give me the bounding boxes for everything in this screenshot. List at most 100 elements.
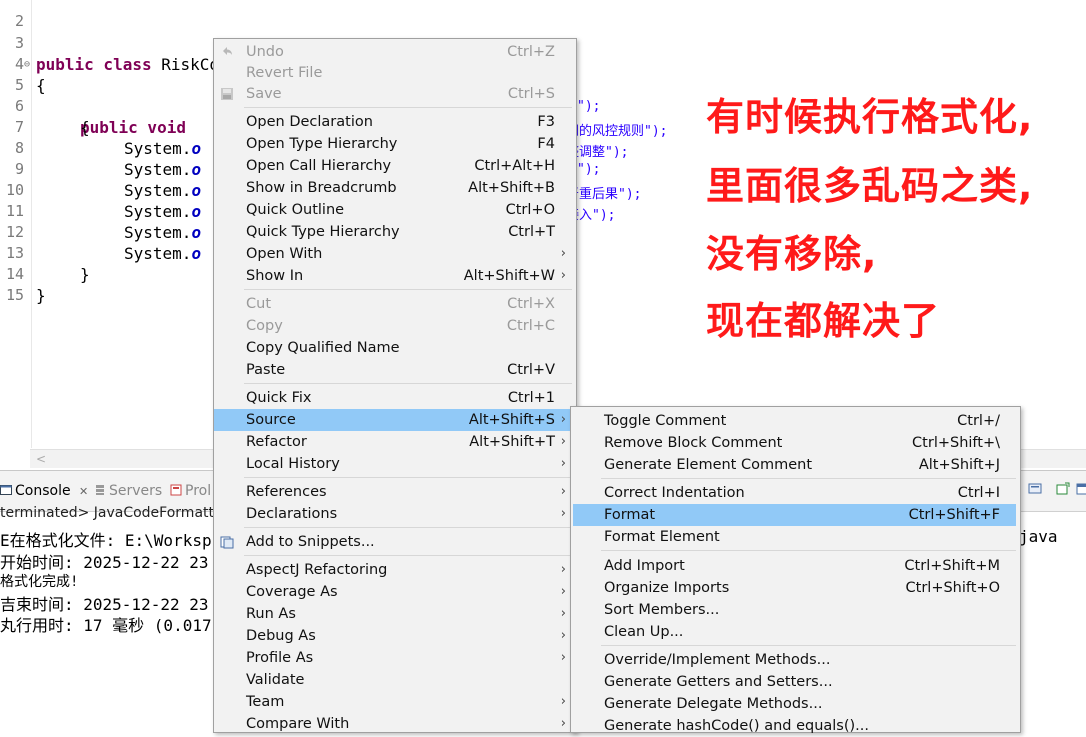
menu-item-quick-outline[interactable]: Quick Outline Ctrl+O	[214, 199, 576, 221]
display-selected-console-icon[interactable]	[1028, 482, 1042, 496]
menu-item-label: Validate	[246, 672, 305, 688]
menu-item-team[interactable]: Team ›	[214, 691, 576, 713]
menu-item-copy[interactable]: Copy Ctrl+C	[214, 315, 576, 337]
chevron-left-icon[interactable]: <	[36, 450, 46, 468]
menu-item-label: Format Element	[604, 529, 720, 545]
chevron-right-icon: ›	[560, 412, 566, 427]
menu-item-override-implement-methods[interactable]: Override/Implement Methods...	[571, 649, 1020, 671]
menu-item-sort-members[interactable]: Sort Members...	[571, 599, 1020, 621]
menu-item-label: Format	[604, 507, 656, 523]
view-menu-icon[interactable]	[1076, 482, 1086, 496]
menu-item-coverage-as[interactable]: Coverage As ›	[214, 581, 576, 603]
menu-item-undo[interactable]: Undo Ctrl+Z	[214, 41, 576, 63]
menu-item-shortcut: Ctrl+S	[507, 86, 555, 102]
menu-item-open-call-hierarchy[interactable]: Open Call Hierarchy Ctrl+Alt+H	[214, 155, 576, 177]
annotation-line: 有时候执行格式化,	[706, 95, 1034, 139]
menu-item-format[interactable]: Format Ctrl+Shift+F	[573, 504, 1016, 526]
keyword: public void	[80, 118, 186, 137]
menu-item-shortcut: Ctrl+/	[957, 413, 1000, 429]
menu-separator	[244, 555, 572, 556]
menu-item-toggle-comment[interactable]: Toggle Comment Ctrl+/	[571, 410, 1020, 432]
menu-item-debug-as[interactable]: Debug As ›	[214, 625, 576, 647]
menu-item-label: Override/Implement Methods...	[604, 652, 831, 668]
menu-item-open-type-hierarchy[interactable]: Open Type Hierarchy F4	[214, 133, 576, 155]
menu-separator	[244, 383, 572, 384]
menu-item-correct-indentation[interactable]: Correct Indentation Ctrl+I	[571, 482, 1020, 504]
code-text: System.	[124, 181, 192, 200]
menu-item-label: Correct Indentation	[604, 485, 745, 501]
menu-separator	[244, 477, 572, 478]
menu-item-add-to-snippets[interactable]: Add to Snippets...	[214, 531, 576, 553]
chevron-right-icon: ›	[560, 584, 566, 599]
menu-item-local-history[interactable]: Local History ›	[214, 453, 576, 475]
menu-item-show-in-breadcrumb[interactable]: Show in Breadcrumb Alt+Shift+B	[214, 177, 576, 199]
fold-marker-icon[interactable]: ⊖	[24, 54, 30, 75]
menu-separator	[601, 550, 1016, 551]
menu-item-label: Sort Members...	[604, 602, 720, 618]
menu-item-quick-fix[interactable]: Quick Fix Ctrl+1	[214, 387, 576, 409]
field-ref: o	[191, 181, 202, 200]
menu-item-generate-getters-setters[interactable]: Generate Getters and Setters...	[571, 671, 1020, 693]
menu-item-show-in[interactable]: Show In Alt+Shift+W ›	[214, 265, 576, 287]
menu-item-label: Generate Element Comment	[604, 457, 813, 473]
menu-item-label: References	[246, 484, 327, 500]
menu-item-shortcut: Alt+Shift+S	[468, 412, 555, 428]
menu-item-label: Open Declaration	[246, 114, 373, 130]
menu-item-open-declaration[interactable]: Open Declaration F3	[214, 111, 576, 133]
servers-icon	[96, 485, 104, 495]
field-ref: o	[191, 160, 202, 179]
menu-item-revert-file[interactable]: Revert File	[214, 62, 576, 84]
close-icon[interactable]: ✕	[79, 485, 88, 498]
menu-item-aspectj-refactoring[interactable]: AspectJ Refactoring ›	[214, 559, 576, 581]
menu-item-label: Compare With	[246, 716, 350, 732]
menu-item-profile-as[interactable]: Profile As ›	[214, 647, 576, 669]
tab-label: Prol	[185, 483, 212, 499]
chevron-right-icon: ›	[560, 434, 566, 449]
code-line: 7 System.o	[0, 96, 201, 158]
tab-servers[interactable]: Servers	[94, 481, 162, 501]
menu-item-label: Cut	[246, 296, 271, 312]
menu-item-run-as[interactable]: Run As ›	[214, 603, 576, 625]
menu-item-generate-element-comment[interactable]: Generate Element Comment Alt+Shift+J	[571, 454, 1020, 476]
menu-item-organize-imports[interactable]: Organize Imports Ctrl+Shift+O	[571, 577, 1020, 599]
menu-item-declarations[interactable]: Declarations ›	[214, 503, 576, 525]
menu-item-refactor[interactable]: Refactor Alt+Shift+T ›	[214, 431, 576, 453]
menu-item-label: Run As	[246, 606, 296, 622]
menu-item-generate-delegate-methods[interactable]: Generate Delegate Methods...	[571, 693, 1020, 715]
menu-item-label: Generate Delegate Methods...	[604, 696, 823, 712]
chevron-right-icon: ›	[560, 456, 566, 471]
menu-item-references[interactable]: References ›	[214, 481, 576, 503]
menu-item-add-import[interactable]: Add Import Ctrl+Shift+M	[571, 555, 1020, 577]
code-text: System.	[124, 202, 192, 221]
menu-item-quick-type-hierarchy[interactable]: Quick Type Hierarchy Ctrl+T	[214, 221, 576, 243]
menu-item-clean-up[interactable]: Clean Up...	[571, 621, 1020, 643]
menu-item-compare-with[interactable]: Compare With ›	[214, 713, 576, 735]
menu-item-save[interactable]: Save Ctrl+S	[214, 83, 576, 105]
tab-console[interactable]: Console ✕	[0, 481, 88, 501]
menu-item-shortcut: Ctrl+Z	[507, 44, 555, 60]
menu-item-remove-block-comment[interactable]: Remove Block Comment Ctrl+Shift+\	[571, 432, 1020, 454]
editor-context-menu: Undo Ctrl+Z Revert File Save Ctrl+S Open…	[213, 38, 577, 733]
string-literal: 同的风控规则");	[566, 124, 668, 139]
code-line: 2	[0, 0, 39, 30]
console-output-line: E在格式化文件: E:\Worksp	[0, 531, 212, 550]
menu-item-shortcut: Alt+Shift+J	[918, 457, 1000, 473]
menu-item-format-element[interactable]: Format Element	[571, 526, 1020, 548]
tab-problems[interactable]: Prol	[170, 481, 211, 501]
open-console-icon[interactable]	[1056, 482, 1070, 496]
chevron-right-icon: ›	[560, 606, 566, 621]
menu-separator	[244, 527, 572, 528]
menu-item-copy-qualified-name[interactable]: Copy Qualified Name	[214, 337, 576, 359]
menu-item-generate-hashcode-equals[interactable]: Generate hashCode() and equals()...	[571, 715, 1020, 737]
menu-item-shortcut: Ctrl+Shift+M	[904, 558, 1000, 574]
tab-label: Console	[15, 483, 71, 499]
chevron-right-icon: ›	[560, 484, 566, 499]
menu-item-validate[interactable]: Validate	[214, 669, 576, 691]
menu-item-cut[interactable]: Cut Ctrl+X	[214, 293, 576, 315]
menu-item-source[interactable]: Source Alt+Shift+S ›	[214, 409, 576, 431]
menu-item-paste[interactable]: Paste Ctrl+V	[214, 359, 576, 381]
menu-item-open-with[interactable]: Open With ›	[214, 243, 576, 265]
code-line: 8 System.o	[0, 117, 201, 179]
chevron-right-icon: ›	[560, 246, 566, 261]
menu-item-label: Toggle Comment	[604, 413, 727, 429]
